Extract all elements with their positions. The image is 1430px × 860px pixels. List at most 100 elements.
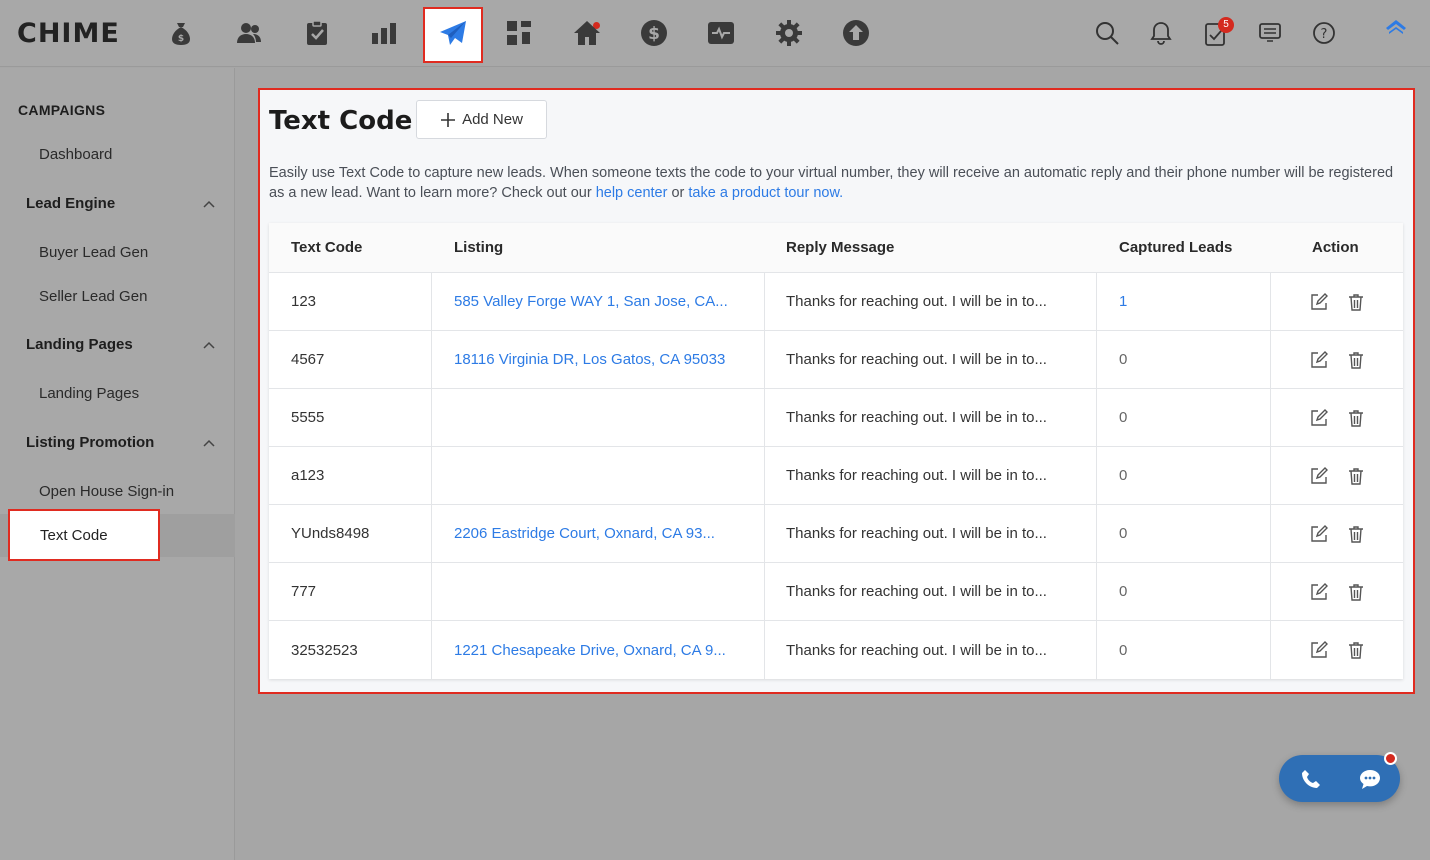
table-row[interactable]: YUnds8498 2206 Eastridge Court, Oxnard, … [269,505,1403,563]
sidebar-item-open-house-sign-in[interactable]: Open House Sign-in [39,483,174,500]
svg-text:?: ? [1321,27,1328,42]
chime-logo[interactable]: CHIME [17,18,120,49]
campaigns-nav-active[interactable] [423,7,483,63]
campaigns-sidebar: CAMPAIGNS Dashboard Lead Engine Buyer Le… [0,68,235,860]
table-header-row: Text Code Listing Reply Message Captured… [269,223,1403,273]
text-code-cell: 32532523 [291,641,358,659]
table-row[interactable]: 4567 18116 Virginia DR, Los Gatos, CA 95… [269,331,1403,389]
chevron-up-icon[interactable] [202,438,216,448]
text-code-cell: YUnds8498 [291,525,370,542]
row-actions [1309,447,1366,504]
text-code-table: Text Code Listing Reply Message Captured… [269,223,1403,679]
edit-icon[interactable] [1309,582,1329,602]
activity-monitor-icon[interactable] [705,16,737,50]
column-header-text-code[interactable]: Text Code [291,223,362,272]
page-title: Text Code [269,106,413,136]
trash-icon[interactable] [1346,292,1366,312]
listing-link[interactable]: 2206 Eastridge Court, Oxnard, CA 93... [454,505,754,562]
bell-icon[interactable] [1145,16,1177,50]
sidebar-item-buyer-lead-gen[interactable]: Buyer Lead Gen [39,244,148,261]
text-code-cell: 777 [291,583,317,600]
people-icon[interactable] [233,16,265,50]
trash-icon[interactable] [1346,350,1366,370]
plus-icon [441,112,456,127]
edit-icon[interactable] [1309,466,1329,486]
chevron-up-icon[interactable] [202,340,216,350]
column-header-captured-leads[interactable]: Captured Leads [1119,223,1232,272]
text-code-cell: 4567 [291,351,325,368]
edit-icon[interactable] [1309,350,1329,370]
chat-notification-dot [1384,752,1397,765]
text-code-cell: a123 [291,467,325,484]
row-actions [1309,389,1366,446]
table-row[interactable]: a123 Thanks for reaching out. I will be … [269,447,1403,505]
listing-link[interactable]: 18116 Virginia DR, Los Gatos, CA 95033 [454,331,754,388]
table-row[interactable]: 123 585 Valley Forge WAY 1, San Jose, CA… [269,273,1403,331]
bar-chart-icon[interactable] [368,16,400,50]
home-icon[interactable] [571,16,603,50]
edit-icon[interactable] [1309,408,1329,428]
edit-icon[interactable] [1309,640,1329,660]
sidebar-title: CAMPAIGNS [18,102,106,118]
column-header-reply-message[interactable]: Reply Message [786,223,894,272]
listing-link[interactable] [454,563,754,620]
listing-link[interactable] [454,389,754,446]
captured-leads-link[interactable]: 1 [1119,273,1127,330]
help-icon[interactable]: ? [1308,16,1340,50]
trash-icon[interactable] [1346,582,1366,602]
edit-icon[interactable] [1309,292,1329,312]
sidebar-item-text-code[interactable]: Text Code [8,509,160,561]
captured-leads-cell: 0 [1119,467,1128,484]
table-row[interactable]: 5555 Thanks for reaching out. I will be … [269,389,1403,447]
home-outline-icon[interactable] [1380,12,1412,46]
product-tour-link[interactable]: take a product tour now. [688,185,843,201]
sidebar-item-dashboard[interactable]: Dashboard [39,146,112,163]
trash-icon[interactable] [1346,408,1366,428]
sidebar-item-landing-pages[interactable]: Landing Pages [39,385,139,402]
trash-icon[interactable] [1346,640,1366,660]
chevron-up-icon[interactable] [202,199,216,209]
captured-leads-cell: 0 [1119,641,1128,659]
sidebar-group-listing-promotion[interactable]: Listing Promotion [26,434,154,451]
clipboard-check-icon[interactable] [301,16,333,50]
column-header-action: Action [1312,239,1359,256]
reply-message-cell: Thanks for reaching out. I will be in to… [786,409,1047,426]
phone-icon[interactable] [1281,755,1341,802]
trash-icon[interactable] [1346,524,1366,544]
presentation-icon[interactable] [1254,16,1286,50]
column-header-listing[interactable]: Listing [454,223,503,272]
help-center-link[interactable]: help center [596,185,668,201]
add-new-button[interactable]: Add New [416,100,547,139]
text-code-panel: Text Code Add New Easily use Text Code t… [258,88,1415,694]
reply-message-cell: Thanks for reaching out. I will be in to… [786,641,1047,659]
tasks-badge: 5 [1218,17,1234,33]
sidebar-item-seller-lead-gen[interactable]: Seller Lead Gen [39,288,147,305]
svg-text:$: $ [648,24,660,44]
table-row[interactable]: 32532523 1221 Chesapeake Drive, Oxnard, … [269,621,1403,679]
upload-circle-icon[interactable] [840,16,872,50]
listing-link[interactable]: 1221 Chesapeake Drive, Oxnard, CA 9... [454,621,754,679]
gear-icon[interactable] [773,16,805,50]
row-actions [1309,505,1366,562]
listing-link[interactable]: 585 Valley Forge WAY 1, San Jose, CA... [454,273,754,330]
edit-icon[interactable] [1309,524,1329,544]
dashboard-grid-icon[interactable] [503,16,535,50]
trash-icon[interactable] [1346,466,1366,486]
table-row[interactable]: 777 Thanks for reaching out. I will be i… [269,563,1403,621]
search-icon[interactable] [1091,16,1123,50]
text-code-cell: 123 [291,293,317,310]
reply-message-cell: Thanks for reaching out. I will be in to… [786,525,1047,542]
money-bag-icon[interactable]: $ [165,16,197,50]
captured-leads-cell: 0 [1119,525,1128,542]
add-new-label: Add New [462,111,523,128]
dollar-circle-icon[interactable]: $ [638,16,670,50]
listing-link[interactable] [454,447,754,504]
row-actions [1309,273,1366,330]
sidebar-group-lead-engine[interactable]: Lead Engine [26,195,115,212]
sidebar-item-label: Text Code [40,527,108,544]
sidebar-group-landing-pages[interactable]: Landing Pages [26,336,133,353]
captured-leads-cell: 0 [1119,409,1128,426]
reply-message-cell: Thanks for reaching out. I will be in to… [786,467,1047,484]
top-nav-bar: CHIME $ $ 5 ? [0,0,1430,67]
row-actions [1309,563,1366,620]
